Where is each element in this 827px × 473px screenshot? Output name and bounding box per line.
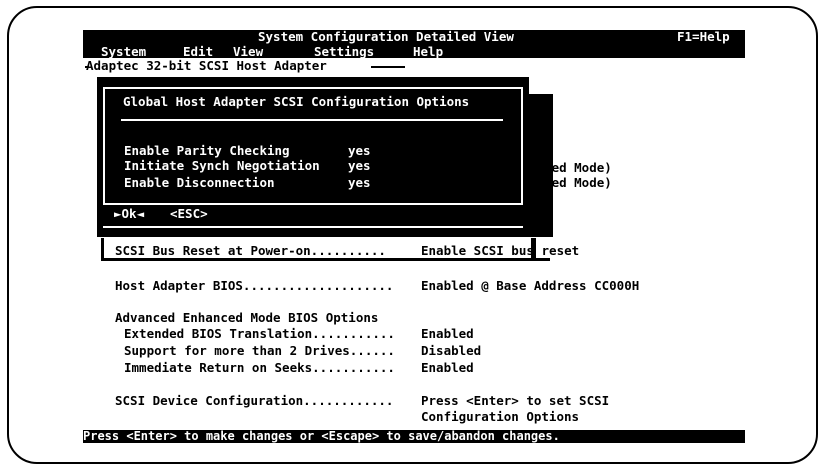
more-drives-label[interactable]: Support for more than 2 Drives...... [124,344,395,358]
menu-edit[interactable]: Edit [183,45,213,59]
menu-system[interactable]: System [101,45,146,59]
frame-title: Adaptec 32-bit SCSI Host Adapter [86,58,327,73]
window-title: System Configuration Detailed View [258,29,514,44]
option-parity-value[interactable]: yes [348,144,371,158]
option-parity-label[interactable]: Enable Parity Checking [124,144,290,158]
menu-bar: System Edit View Settings Help [83,44,745,59]
immediate-return-label[interactable]: Immediate Return on Seeks........... [124,361,395,375]
option-synch-value[interactable]: yes [348,159,371,173]
bios-value[interactable]: Enabled @ Base Address CC000H [421,279,639,293]
option-disconnect-label[interactable]: Enable Disconnection [124,176,275,190]
bus-reset-label[interactable]: SCSI Bus Reset at Power-on.......... [115,244,386,258]
row-highlight-left [101,238,104,260]
option-disconnect-value[interactable]: yes [348,176,371,190]
advanced-header: Advanced Enhanced Mode BIOS Options [115,310,379,325]
device-config-value-line2[interactable]: Configuration Options [421,410,579,424]
row-highlight-bottom [101,258,550,261]
status-text: Press <Enter> to make changes or <Escape… [83,429,560,443]
menu-help[interactable]: Help [413,45,443,59]
esc-button[interactable]: <ESC> [170,207,208,221]
dialog-title: Global Host Adapter SCSI Configuration O… [123,94,470,109]
frame-border-right [371,66,405,68]
extended-translation-value[interactable]: Enabled [421,327,474,341]
device-config-label[interactable]: SCSI Device Configuration............ [115,394,393,408]
dos-screen: System Configuration Detailed View F1=He… [83,30,745,443]
dialog-title-separator [121,119,503,121]
bus-reset-value[interactable]: Enable SCSI bus [421,244,534,258]
bus-reset-value-tail: reset [534,243,580,258]
status-bar: Press <Enter> to make changes or <Escape… [83,430,745,443]
menu-settings[interactable]: Settings [314,45,374,59]
bios-label[interactable]: Host Adapter BIOS.................... [115,279,393,293]
more-drives-value[interactable]: Disabled [421,344,481,358]
help-hint[interactable]: F1=Help [677,30,730,44]
device-config-value-line1[interactable]: Press <Enter> to set SCSI [421,394,609,408]
menu-view[interactable]: View [233,45,263,59]
title-bar: System Configuration Detailed View F1=He… [83,30,745,45]
immediate-return-value[interactable]: Enabled [421,361,474,375]
ok-button[interactable]: ►Ok◄ [114,207,144,221]
extended-translation-label[interactable]: Extended BIOS Translation........... [124,327,395,341]
button-row-separator [103,226,523,228]
option-synch-label[interactable]: Initiate Synch Negotiation [124,159,320,173]
